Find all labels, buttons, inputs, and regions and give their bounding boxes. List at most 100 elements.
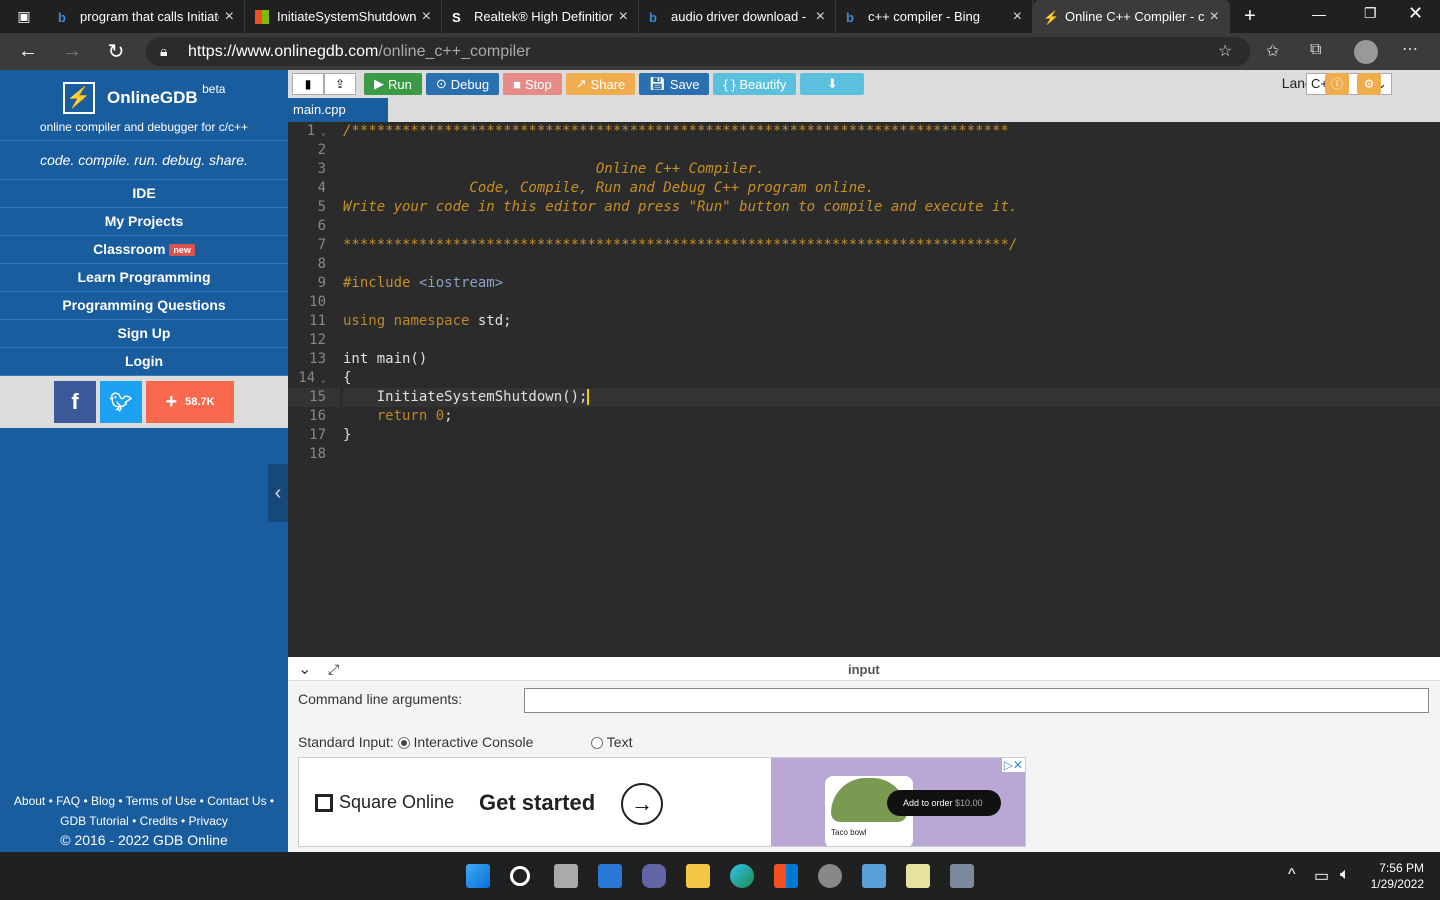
brand-tagline: online compiler and debugger for c/c++ <box>39 120 249 134</box>
refresh-icon[interactable]: ↻ <box>94 39 138 64</box>
system-clock[interactable]: 7:56 PM 1/29/2022 <box>1371 860 1424 892</box>
sidebar-item-my-projects[interactable]: My Projects <box>0 208 288 236</box>
ide-main: ▮ ⇪ ▶ Run ⊙ Debug ■ Stop ↗ Share 💾︎ Save { } … <box>288 70 1440 852</box>
new-file-icon[interactable]: ▮ <box>292 73 324 95</box>
address-bar: ← → ↻ 🔒︎ https://www.onlinegdb.com/onlin… <box>0 33 1440 70</box>
code-editor[interactable]: 1 ⌄ 2 3 4 5 6 7 8 9 10 11 12 13 14 ⌄ 15 … <box>288 122 1440 657</box>
restore-button[interactable]: ❐ <box>1364 5 1377 22</box>
footer-links[interactable]: About • FAQ • Blog • Terms of Use • Cont… <box>0 794 288 808</box>
favorites-icon[interactable]: ✩ <box>1266 41 1279 61</box>
tab-main-cpp[interactable]: main.cpp <box>288 98 388 122</box>
url-field[interactable]: 🔒︎ https://www.onlinegdb.com/online_c++_… <box>146 37 1250 66</box>
more-menu-icon[interactable]: ⋯ <box>1402 39 1418 59</box>
brand-name[interactable]: OnlineGDB <box>107 88 198 107</box>
info-button-icon[interactable]: ⓘ <box>1325 73 1349 95</box>
command-line-args-input[interactable] <box>524 688 1429 713</box>
sidebar-item-ide[interactable]: IDE <box>0 180 288 208</box>
code-line: Write your code in this editor and press… <box>343 199 1018 215</box>
tab-close-icon[interactable]: × <box>619 8 628 26</box>
browser-tab-bar: ▣ b program that calls InitiateSystemShu… <box>0 0 1440 33</box>
square-logo-icon <box>315 794 333 813</box>
windows-start-icon[interactable] <box>466 864 490 888</box>
text-radio[interactable] <box>591 737 604 750</box>
share-row: f 🐦︎ +58.7K <box>0 376 288 428</box>
expand-icon[interactable]: ⤢ <box>328 661 339 678</box>
s-icon: S <box>452 9 461 25</box>
addthis-share-button[interactable]: +58.7K <box>146 381 234 423</box>
arrow-right-icon[interactable]: → <box>621 783 663 825</box>
download-button[interactable]: ⬇ <box>800 73 865 95</box>
task-view-icon[interactable] <box>554 864 578 888</box>
chevron-down-icon[interactable]: ⌄ <box>298 659 311 679</box>
settings-gear-icon[interactable]: ⚙ <box>1357 73 1381 95</box>
browser-tab-5[interactable]: b c++ compiler - Bing × <box>836 0 1033 33</box>
browser-tab-6[interactable]: ⚡ Online C++ Compiler - c × <box>1033 0 1230 33</box>
forward-arrow-icon[interactable]: → <box>50 40 94 63</box>
code-line: #include <iostream> <box>343 275 504 291</box>
profile-avatar[interactable] <box>1354 40 1378 64</box>
tab-close-icon[interactable]: × <box>422 8 431 26</box>
collections-icon[interactable]: ⧉ <box>1310 41 1321 59</box>
beautify-button[interactable]: { } Beautify <box>713 73 797 95</box>
footer-links-2[interactable]: GDB Tutorial • Credits • Privacy <box>0 814 288 828</box>
notepad-icon[interactable] <box>906 864 930 888</box>
microsoft-icon <box>255 9 269 24</box>
favorite-star-icon[interactable]: ☆ <box>1218 41 1232 61</box>
settings-icon[interactable] <box>818 864 842 888</box>
tab-close-icon[interactable]: × <box>1210 8 1219 26</box>
advertisement[interactable]: Square Online Get started → Taco bowl Ad… <box>298 757 1026 847</box>
sidebar-item-learn-programming[interactable]: Learn Programming <box>0 264 288 292</box>
widgets-icon[interactable] <box>598 864 622 888</box>
twitter-share-button[interactable]: 🐦︎ <box>100 381 142 423</box>
play-icon: ▶ <box>374 76 384 91</box>
browser-tab-2[interactable]: InitiateSystemShutdown × <box>245 0 442 33</box>
tab-close-icon[interactable]: × <box>225 8 234 26</box>
sidebar-item-classroom[interactable]: Classroom new <box>0 236 288 264</box>
volume-icon[interactable]: 🔈︎ <box>1340 866 1350 884</box>
facebook-share-button[interactable]: f <box>54 381 96 423</box>
teams-chat-icon[interactable] <box>642 864 666 888</box>
add-to-order-pill: Add to order $10.00 <box>887 790 1001 816</box>
code-line-current: InitiateSystemShutdown(); <box>343 388 1440 407</box>
collapse-sidebar-chevron-icon[interactable]: ‹ <box>268 464 288 522</box>
installer-icon[interactable] <box>950 864 974 888</box>
tab-actions-icon[interactable]: ▣ <box>0 8 48 25</box>
upload-icon[interactable]: ⇪ <box>324 73 356 95</box>
debug-button[interactable]: ⊙ Debug <box>425 73 500 95</box>
minimize-button[interactable]: — <box>1312 6 1326 22</box>
network-icon[interactable]: ▭ <box>1314 866 1329 886</box>
search-icon[interactable] <box>510 866 530 886</box>
edge-browser-icon[interactable] <box>730 864 754 888</box>
new-tab-button[interactable]: + <box>1230 5 1270 28</box>
ad-close-icon[interactable]: ▷✕ <box>1001 758 1025 772</box>
stop-button[interactable]: ■ Stop <box>503 73 562 95</box>
tab-close-icon[interactable]: × <box>1013 8 1022 26</box>
save-button[interactable]: 💾︎ Save <box>639 73 710 95</box>
share-button[interactable]: ↗ Share <box>565 73 636 95</box>
control-panel-icon[interactable] <box>862 864 886 888</box>
beta-label: beta <box>202 82 226 96</box>
sidebar-item-sign-up[interactable]: Sign Up <box>0 320 288 348</box>
ad-cta[interactable]: Get started <box>479 790 595 816</box>
close-window-button[interactable]: ✕ <box>1408 3 1423 24</box>
back-arrow-icon[interactable]: ← <box>6 40 50 63</box>
browser-tab-1[interactable]: b program that calls InitiateSystemShutd… <box>48 0 245 33</box>
chevron-up-icon[interactable]: ^ <box>1288 866 1296 884</box>
interactive-console-radio[interactable] <box>397 737 410 750</box>
microsoft-store-icon[interactable] <box>774 864 798 888</box>
run-button[interactable]: ▶ Run <box>364 73 422 95</box>
browser-tab-4[interactable]: b audio driver download - × <box>639 0 836 33</box>
sidebar-item-programming-questions[interactable]: Programming Questions <box>0 292 288 320</box>
ide-toolbar: ▮ ⇪ ▶ Run ⊙ Debug ■ Stop ↗ Share 💾︎ Save { } … <box>288 70 1440 98</box>
bing-icon: b <box>649 9 657 25</box>
browser-tab-3[interactable]: S Realtek® High Definition × <box>442 0 639 33</box>
motto: code. compile. run. debug. share. <box>0 140 288 180</box>
tab-close-icon[interactable]: × <box>816 8 825 26</box>
windows-taskbar: ^ ▭ 🔈︎ 7:56 PM 1/29/2022 <box>0 852 1440 900</box>
debug-icon: ⊙ <box>435 76 447 91</box>
sidebar-item-login[interactable]: Login <box>0 348 288 376</box>
file-explorer-icon[interactable] <box>686 864 710 888</box>
brand-header: ⚡ OnlineGDB beta online compiler and deb… <box>0 70 288 140</box>
